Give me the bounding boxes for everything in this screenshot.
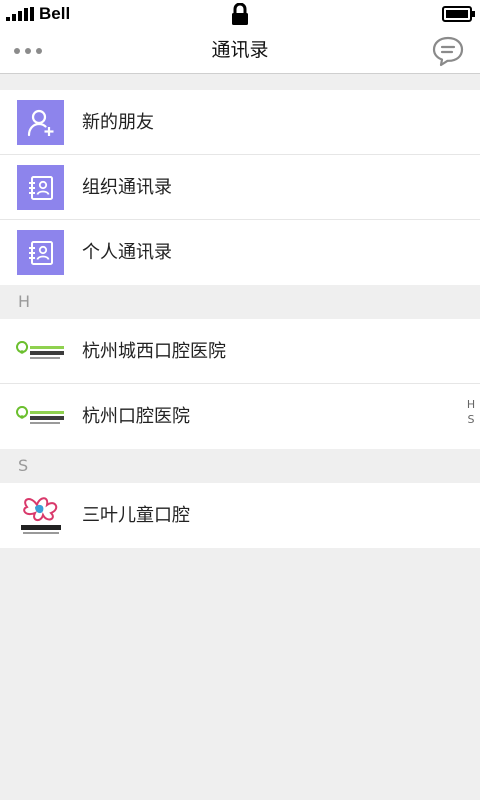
add-user-icon [17, 100, 64, 145]
contact-item[interactable]: 三叶儿童口腔 [0, 483, 480, 548]
menu-item-label: 个人通讯录 [82, 242, 172, 263]
section-header-s: S [0, 449, 480, 483]
hospital-logo [15, 392, 67, 442]
status-bar: Bell [0, 0, 480, 28]
org-contacts-item[interactable]: 组织通讯录 [0, 155, 480, 220]
menu-item-label: 组织通讯录 [82, 177, 172, 198]
chat-bubble-icon[interactable] [430, 35, 466, 67]
page-title: 通讯录 [211, 39, 269, 61]
section-header-h: H [0, 285, 480, 319]
index-letter-s[interactable]: S [463, 412, 479, 427]
lock-icon [232, 3, 248, 25]
personal-contacts-item[interactable]: 个人通讯录 [0, 220, 480, 285]
sanye-logo [15, 491, 67, 541]
contact-list-h: 杭州城西口腔医院 杭州口腔医院 [0, 319, 480, 449]
alphabet-index-bar[interactable]: H S [463, 397, 479, 427]
contact-name: 三叶儿童口腔 [82, 505, 190, 526]
dot-icon [25, 48, 31, 54]
contact-book-icon [17, 230, 64, 275]
battery-icon [442, 6, 475, 22]
contact-name: 杭州口腔医院 [82, 406, 190, 427]
dot-icon [14, 48, 20, 54]
new-friends-item[interactable]: 新的朋友 [0, 90, 480, 155]
signal-strength-icon [6, 7, 34, 21]
contact-item[interactable]: 杭州口腔医院 [0, 384, 480, 449]
menu-list: 新的朋友 组织通讯录 个人通讯录 [0, 90, 480, 285]
hospital-logo [15, 327, 67, 377]
dot-icon [36, 48, 42, 54]
more-options-button[interactable] [14, 40, 54, 62]
contact-book-icon [17, 165, 64, 210]
contact-name: 杭州城西口腔医院 [82, 341, 226, 362]
menu-item-label: 新的朋友 [82, 112, 154, 133]
nav-bar: 通讯录 [0, 28, 480, 74]
contact-list-s: 三叶儿童口腔 [0, 483, 480, 548]
index-letter-h[interactable]: H [463, 397, 479, 412]
carrier-name: Bell [39, 4, 71, 23]
contact-item[interactable]: 杭州城西口腔医院 [0, 319, 480, 384]
